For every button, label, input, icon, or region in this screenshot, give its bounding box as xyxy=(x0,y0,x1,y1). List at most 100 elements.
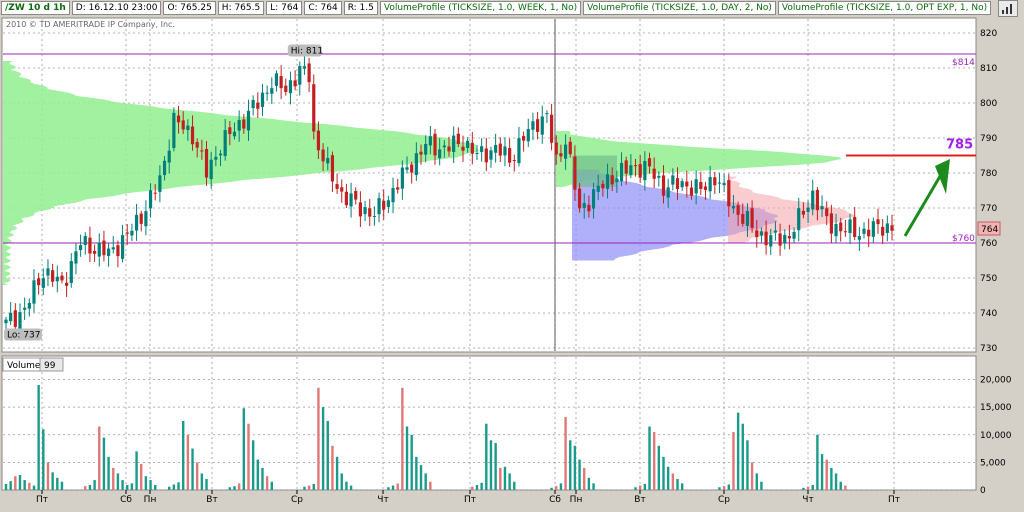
volume-axis: 0 5,000 10,000 15,000 20,000 xyxy=(980,376,1012,496)
volume-bar xyxy=(56,477,59,490)
candle-body xyxy=(382,200,386,210)
candle-body xyxy=(839,222,843,232)
symbol-label[interactable]: /ZW 10 d 1h xyxy=(1,1,70,15)
volume-bar xyxy=(303,486,306,490)
study-optexp-profile[interactable]: VolumeProfile (TICKSIZE, 1.0, OPT EXP, 1… xyxy=(777,1,992,15)
price-tick-label: 740 xyxy=(980,309,997,319)
candle-body xyxy=(577,188,582,209)
candle-body xyxy=(4,319,8,324)
open-value: O: 765.25 xyxy=(163,1,216,15)
price-tick-label: 780 xyxy=(980,169,997,179)
candle-body xyxy=(498,143,502,156)
volume-bar xyxy=(583,467,586,490)
candle-body xyxy=(727,180,731,207)
last-price-label: 764 xyxy=(981,225,998,235)
candle-body xyxy=(326,157,330,164)
candle-body xyxy=(372,216,376,218)
volume-bar xyxy=(345,481,348,490)
volume-bar xyxy=(480,482,483,490)
volume-value: 99 xyxy=(44,361,56,371)
volume-bar xyxy=(750,462,754,490)
candle-body xyxy=(549,114,554,143)
candle-body xyxy=(293,80,297,87)
candle-body xyxy=(60,275,64,281)
volume-bar xyxy=(844,485,847,490)
value-area-block xyxy=(572,155,617,187)
volume-bar xyxy=(261,467,264,490)
price-tick-label: 730 xyxy=(980,344,997,354)
study-week-profile[interactable]: VolumeProfile (TICKSIZE, 1.0, WEEK, 1, N… xyxy=(379,1,582,15)
candle-body xyxy=(27,303,31,309)
candle-body xyxy=(354,191,358,200)
price-chart[interactable]: $814$760 Hi: 811Lo: 737785764 7307407507… xyxy=(0,16,1024,354)
volume-bar xyxy=(317,387,320,490)
volume-bar xyxy=(270,481,273,490)
volume-bar xyxy=(140,464,143,490)
chart-settings-button[interactable] xyxy=(998,0,1018,17)
candle-body xyxy=(23,307,27,310)
volume-bar xyxy=(172,484,176,490)
volume-tick-label: 5,000 xyxy=(980,458,1006,468)
candle-body xyxy=(815,189,819,211)
candle-body xyxy=(554,142,558,155)
candle-body xyxy=(876,219,880,225)
candle-body xyxy=(111,247,115,250)
candle-body xyxy=(106,248,111,256)
chart-header: /ZW 10 d 1h D: 16.12.10 23:00 O: 765.25 … xyxy=(1,1,992,15)
candle-body xyxy=(396,187,400,190)
candle-body xyxy=(102,240,106,256)
volume-bar xyxy=(14,476,17,490)
volume-bar xyxy=(251,440,255,490)
candle-body xyxy=(470,142,474,154)
candle-body xyxy=(619,162,624,182)
volume-bar xyxy=(331,445,334,490)
candle-body xyxy=(526,129,530,142)
candle-body xyxy=(377,198,381,215)
candle-body xyxy=(130,230,134,236)
candle-body xyxy=(797,208,801,231)
candle-body xyxy=(769,235,773,247)
candle-body xyxy=(825,208,829,217)
time-tick-label: Вт xyxy=(634,495,645,505)
price-tick-label: 750 xyxy=(980,274,997,284)
volume-bar xyxy=(4,483,8,490)
volume-bar xyxy=(475,485,479,490)
low-value: L: 764 xyxy=(266,1,303,15)
volume-chart[interactable]: 0 5,000 10,000 15,000 20,000 Пт Сб Пн Вт Ср Чт Пт С… xyxy=(0,354,1024,512)
candle-body xyxy=(694,179,698,194)
candle-body xyxy=(172,112,176,149)
candle-body xyxy=(666,187,670,198)
candle-body xyxy=(260,92,265,107)
candle-body xyxy=(848,219,852,233)
candle-body xyxy=(214,156,218,160)
time-tick-label: Пт xyxy=(888,495,900,505)
candle-body xyxy=(419,151,423,155)
candle-body xyxy=(647,158,652,167)
volume-bar xyxy=(830,467,833,490)
volume-bar xyxy=(489,440,493,490)
candle-body xyxy=(158,175,162,192)
candle-body xyxy=(517,138,521,164)
volume-bar xyxy=(410,434,413,490)
volume-bar xyxy=(228,487,232,490)
candle-body xyxy=(456,133,460,144)
volume-bar xyxy=(126,485,129,490)
candle-body xyxy=(563,144,568,159)
volume-bar xyxy=(116,473,120,490)
candle-body xyxy=(438,149,442,159)
candle-body xyxy=(783,234,787,244)
candle-body xyxy=(139,213,143,224)
candle-body xyxy=(363,207,367,215)
volume-bar xyxy=(46,462,50,490)
volume-bar xyxy=(396,483,399,490)
candle-body xyxy=(237,120,241,131)
candle-body xyxy=(410,164,414,173)
candle-body xyxy=(414,153,418,176)
volume-bar xyxy=(130,483,134,490)
candle-body xyxy=(834,224,838,237)
candle-body xyxy=(731,206,736,209)
candle-body xyxy=(162,160,167,176)
candle-body xyxy=(190,126,195,145)
study-day-profile[interactable]: VolumeProfile (TICKSIZE, 1.0, DAY, 2, No… xyxy=(583,1,776,15)
volume-bar xyxy=(154,485,157,490)
